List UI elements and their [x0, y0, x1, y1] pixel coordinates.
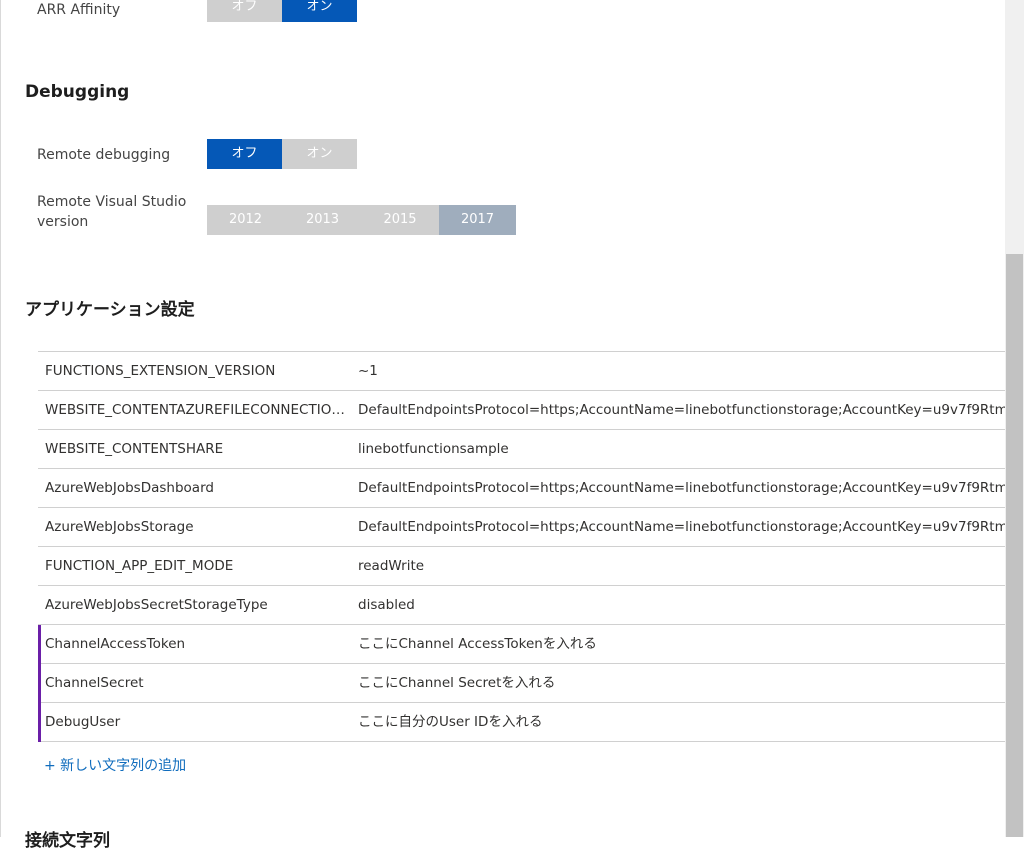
vs-version-option-2017[interactable]: 2017 [439, 205, 516, 235]
table-row-modified[interactable]: ChannelAccessToken ここにChannel AccessToke… [38, 625, 1005, 664]
remote-debugging-off-option[interactable]: オフ [207, 139, 282, 169]
table-row[interactable]: AzureWebJobsDashboard DefaultEndpointsPr… [38, 469, 1005, 508]
remote-debugging-on-option[interactable]: オン [282, 139, 357, 169]
table-row[interactable]: AzureWebJobsSecretStorageType disabled [38, 586, 1005, 625]
connection-strings-heading: 接続文字列 [25, 831, 110, 851]
setting-key[interactable]: ChannelSecret [45, 664, 350, 702]
debugging-heading: Debugging [25, 82, 130, 102]
panel-left-border [0, 0, 1, 837]
vs-version-selector[interactable]: 2012 2013 2015 2017 [207, 205, 516, 235]
setting-key[interactable]: DebugUser [45, 703, 350, 741]
arr-affinity-toggle[interactable]: オフ オン [207, 0, 357, 22]
setting-key[interactable]: ChannelAccessToken [45, 625, 350, 663]
setting-value[interactable]: DefaultEndpointsProtocol=https;AccountNa… [358, 469, 1005, 507]
setting-key[interactable]: WEBSITE_CONTENTSHARE [45, 430, 350, 468]
vs-version-option-2012[interactable]: 2012 [207, 205, 284, 235]
vs-version-label-line1: Remote Visual Studio [37, 194, 187, 210]
setting-value[interactable]: disabled [358, 586, 1005, 624]
setting-value[interactable]: ここに自分のUser IDを入れる [358, 703, 1005, 741]
setting-key[interactable]: AzureWebJobsSecretStorageType [45, 586, 350, 624]
setting-value[interactable]: ~1 [358, 352, 1005, 390]
table-row-modified[interactable]: DebugUser ここに自分のUser IDを入れる [38, 703, 1005, 742]
table-row-modified[interactable]: ChannelSecret ここにChannel Secretを入れる [38, 664, 1005, 703]
setting-value[interactable]: DefaultEndpointsProtocol=https;AccountNa… [358, 391, 1005, 429]
table-row[interactable]: FUNCTIONS_EXTENSION_VERSION ~1 [38, 352, 1005, 391]
table-row[interactable]: WEBSITE_CONTENTSHARE linebotfunctionsamp… [38, 430, 1005, 469]
remote-debugging-label: Remote debugging [37, 147, 171, 163]
vs-version-label: Remote Visual Studio version [37, 192, 186, 232]
arr-affinity-label: ARR Affinity [37, 2, 121, 18]
add-new-setting-link[interactable]: + 新しい文字列の追加 [44, 755, 186, 775]
arr-affinity-on-option[interactable]: オン [282, 0, 357, 22]
setting-key[interactable]: FUNCTION_APP_EDIT_MODE [45, 547, 350, 585]
vs-version-label-line2: version [37, 214, 89, 230]
remote-debugging-toggle[interactable]: オフ オン [207, 139, 357, 169]
setting-value[interactable]: readWrite [358, 547, 1005, 585]
table-row[interactable]: AzureWebJobsStorage DefaultEndpointsProt… [38, 508, 1005, 547]
setting-key[interactable]: FUNCTIONS_EXTENSION_VERSION [45, 352, 350, 390]
app-settings-heading: アプリケーション設定 [25, 300, 195, 320]
scrollbar-thumb[interactable] [1006, 254, 1023, 837]
setting-value[interactable]: ここにChannel AccessTokenを入れる [358, 625, 1005, 663]
app-settings-table: FUNCTIONS_EXTENSION_VERSION ~1 WEBSITE_C… [38, 351, 1005, 742]
setting-value[interactable]: DefaultEndpointsProtocol=https;AccountNa… [358, 508, 1005, 546]
setting-key[interactable]: AzureWebJobsStorage [45, 508, 350, 546]
table-row[interactable]: FUNCTION_APP_EDIT_MODE readWrite [38, 547, 1005, 586]
setting-value[interactable]: linebotfunctionsample [358, 430, 1005, 468]
arr-affinity-off-option[interactable]: オフ [207, 0, 282, 22]
vs-version-option-2015[interactable]: 2015 [361, 205, 439, 235]
setting-key[interactable]: WEBSITE_CONTENTAZUREFILECONNECTIONSTRING [45, 391, 350, 429]
table-row[interactable]: WEBSITE_CONTENTAZUREFILECONNECTIONSTRING… [38, 391, 1005, 430]
vs-version-option-2013[interactable]: 2013 [284, 205, 361, 235]
setting-value[interactable]: ここにChannel Secretを入れる [358, 664, 1005, 702]
setting-key[interactable]: AzureWebJobsDashboard [45, 469, 350, 507]
